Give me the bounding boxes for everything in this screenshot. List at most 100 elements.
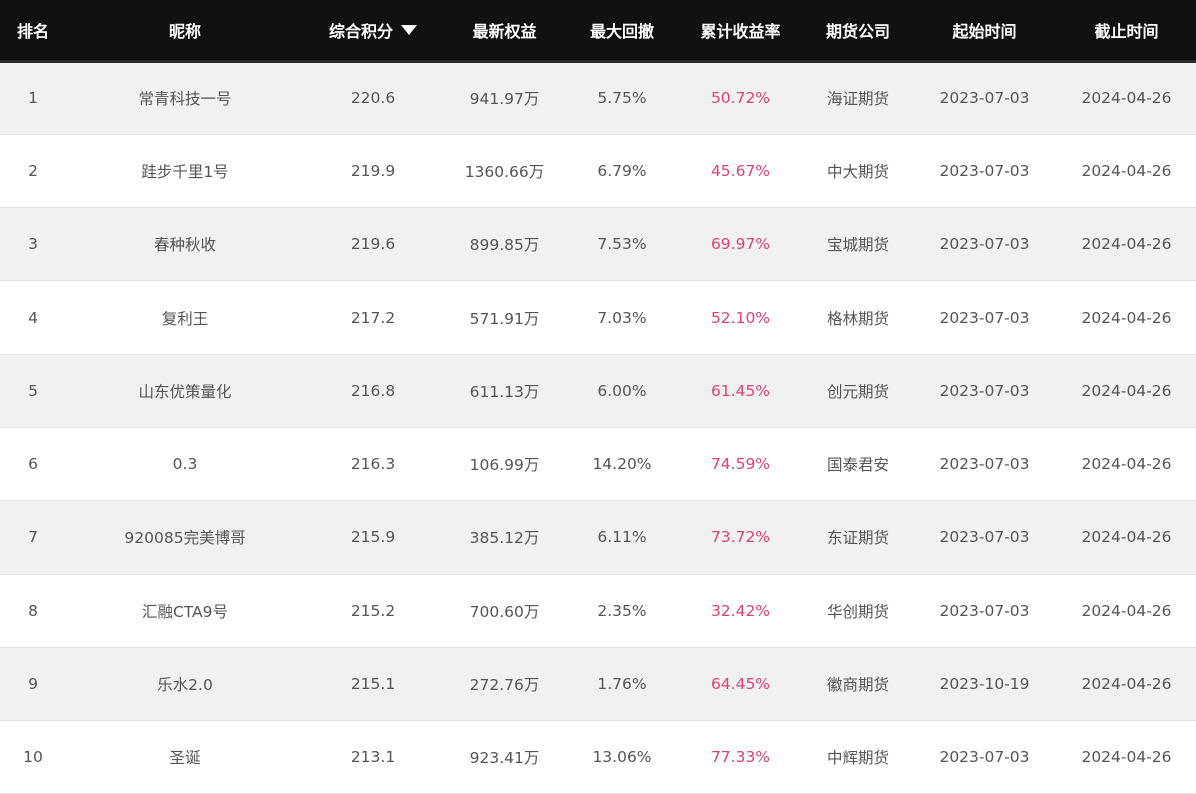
cell-start: 2023-07-03 <box>912 61 1057 135</box>
cell-start: 2023-07-03 <box>912 354 1057 428</box>
cell-equity: 385.12万 <box>442 500 567 575</box>
header-score-label: 综合积分 <box>328 21 393 41</box>
cell-nickname[interactable]: 920085完美博哥 <box>66 500 304 575</box>
cell-drawdown: 1.76% <box>567 647 677 722</box>
cell-end: 2024-04-26 <box>1057 280 1196 355</box>
table-row: 8 汇融CTA9号 215.2 700.60万 2.35% 32.42% 华创期… <box>0 574 1196 648</box>
cell-equity: 923.41万 <box>442 720 567 794</box>
cell-nickname[interactable]: 山东优策量化 <box>66 354 304 428</box>
cell-return-rate: 77.33% <box>677 720 804 794</box>
cell-return-rate: 32.42% <box>677 574 804 648</box>
cell-end: 2024-04-26 <box>1057 647 1196 722</box>
cell-score: 213.1 <box>304 720 442 794</box>
cell-drawdown: 6.79% <box>567 134 677 209</box>
cell-nickname[interactable]: 跬步千里1号 <box>66 134 304 209</box>
cell-equity: 1360.66万 <box>442 134 567 209</box>
table-row: 2 跬步千里1号 219.9 1360.66万 6.79% 45.67% 中大期… <box>0 134 1196 209</box>
cell-score: 216.3 <box>304 427 442 502</box>
cell-rank: 2 <box>0 134 66 209</box>
table-row: 3 春种秋收 219.6 899.85万 7.53% 69.97% 宝城期货 2… <box>0 207 1196 282</box>
table-row: 1 常青科技一号 220.6 941.97万 5.75% 50.72% 海证期货… <box>0 60 1196 135</box>
cell-score: 215.1 <box>304 647 442 722</box>
cell-rank: 1 <box>0 61 66 135</box>
table-row: 7 920085完美博哥 215.9 385.12万 6.11% 73.72% … <box>0 500 1196 575</box>
cell-end: 2024-04-26 <box>1057 354 1196 428</box>
table-row: 10 圣诞 213.1 923.41万 13.06% 77.33% 中辉期货 2… <box>0 720 1196 794</box>
cell-drawdown: 2.35% <box>567 574 677 648</box>
cell-rank: 5 <box>0 354 66 428</box>
cell-equity: 899.85万 <box>442 207 567 282</box>
cell-rank: 8 <box>0 574 66 648</box>
header-score[interactable]: 综合积分 <box>304 0 442 63</box>
cell-start: 2023-07-03 <box>912 720 1057 794</box>
cell-drawdown: 5.75% <box>567 61 677 135</box>
cell-company: 国泰君安 <box>804 427 912 502</box>
table-row: 6 0.3 216.3 106.99万 14.20% 74.59% 国泰君安 2… <box>0 427 1196 502</box>
table-row: 4 复利王 217.2 571.91万 7.03% 52.10% 格林期货 20… <box>0 280 1196 355</box>
cell-company: 徽商期货 <box>804 647 912 722</box>
cell-nickname[interactable]: 乐水2.0 <box>66 647 304 722</box>
cell-start: 2023-07-03 <box>912 574 1057 648</box>
cell-company: 中大期货 <box>804 134 912 209</box>
header-nickname[interactable]: 昵称 <box>66 0 304 63</box>
cell-return-rate: 52.10% <box>677 280 804 355</box>
header-company[interactable]: 期货公司 <box>804 0 912 63</box>
header-start[interactable]: 起始时间 <box>912 0 1057 63</box>
cell-equity: 700.60万 <box>442 574 567 648</box>
header-equity[interactable]: 最新权益 <box>442 0 567 63</box>
header-drawdown[interactable]: 最大回撤 <box>567 0 677 63</box>
cell-drawdown: 7.53% <box>567 207 677 282</box>
cell-rank: 9 <box>0 647 66 722</box>
cell-rank: 7 <box>0 500 66 575</box>
cell-company: 格林期货 <box>804 280 912 355</box>
cell-nickname[interactable]: 春种秋收 <box>66 207 304 282</box>
cell-score: 216.8 <box>304 354 442 428</box>
cell-equity: 571.91万 <box>442 280 567 355</box>
cell-drawdown: 13.06% <box>567 720 677 794</box>
cell-rank: 3 <box>0 207 66 282</box>
cell-company: 海证期货 <box>804 61 912 135</box>
cell-drawdown: 14.20% <box>567 427 677 502</box>
cell-equity: 106.99万 <box>442 427 567 502</box>
cell-return-rate: 69.97% <box>677 207 804 282</box>
cell-score: 219.6 <box>304 207 442 282</box>
cell-return-rate: 61.45% <box>677 354 804 428</box>
cell-end: 2024-04-26 <box>1057 720 1196 794</box>
cell-score: 217.2 <box>304 280 442 355</box>
cell-score: 219.9 <box>304 134 442 209</box>
cell-company: 东证期货 <box>804 500 912 575</box>
cell-rank: 4 <box>0 280 66 355</box>
ranking-table: 排名 昵称 综合积分 最新权益 最大回撤 累计收益率 期货公司 起始时间 截止时… <box>0 0 1196 794</box>
cell-drawdown: 7.03% <box>567 280 677 355</box>
cell-equity: 941.97万 <box>442 61 567 135</box>
cell-start: 2023-07-03 <box>912 134 1057 209</box>
cell-company: 创元期货 <box>804 354 912 428</box>
cell-start: 2023-07-03 <box>912 427 1057 502</box>
cell-score: 220.6 <box>304 61 442 135</box>
cell-end: 2024-04-26 <box>1057 427 1196 502</box>
cell-company: 中辉期货 <box>804 720 912 794</box>
table-row: 5 山东优策量化 216.8 611.13万 6.00% 61.45% 创元期货… <box>0 354 1196 428</box>
cell-end: 2024-04-26 <box>1057 134 1196 209</box>
sort-descending-icon[interactable] <box>401 24 417 35</box>
cell-nickname[interactable]: 0.3 <box>66 427 304 502</box>
header-return-rate[interactable]: 累计收益率 <box>677 0 804 63</box>
cell-rank: 6 <box>0 427 66 502</box>
cell-nickname[interactable]: 圣诞 <box>66 720 304 794</box>
cell-end: 2024-04-26 <box>1057 574 1196 648</box>
cell-start: 2023-07-03 <box>912 207 1057 282</box>
cell-return-rate: 73.72% <box>677 500 804 575</box>
cell-nickname[interactable]: 汇融CTA9号 <box>66 574 304 648</box>
cell-equity: 611.13万 <box>442 354 567 428</box>
cell-return-rate: 45.67% <box>677 134 804 209</box>
cell-drawdown: 6.11% <box>567 500 677 575</box>
header-rank[interactable]: 排名 <box>0 0 66 63</box>
cell-score: 215.2 <box>304 574 442 648</box>
cell-end: 2024-04-26 <box>1057 207 1196 282</box>
cell-return-rate: 50.72% <box>677 61 804 135</box>
cell-start: 2023-10-19 <box>912 647 1057 722</box>
cell-start: 2023-07-03 <box>912 500 1057 575</box>
cell-nickname[interactable]: 常青科技一号 <box>66 60 304 135</box>
cell-nickname[interactable]: 复利王 <box>66 280 304 355</box>
header-end[interactable]: 截止时间 <box>1057 0 1196 63</box>
